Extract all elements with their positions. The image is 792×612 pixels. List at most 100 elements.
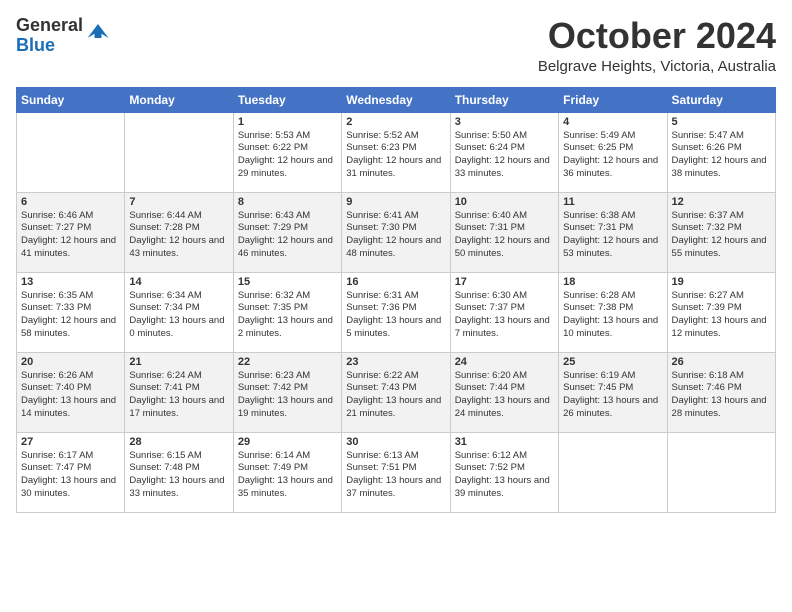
calendar-cell: 5Sunrise: 5:47 AMSunset: 6:26 PMDaylight… — [667, 112, 775, 192]
weekday-header-wednesday: Wednesday — [342, 87, 450, 112]
calendar-cell: 16Sunrise: 6:31 AMSunset: 7:36 PMDayligh… — [342, 272, 450, 352]
day-info: Daylight: 13 hours and 30 minutes. — [21, 475, 120, 501]
calendar-week-row: 1 Sunrise: 5:53 AMSunset: 6:22 PM Daylight… — [17, 112, 776, 192]
month-title: October 2024 — [538, 16, 776, 56]
day-info: Daylight: 12 hours and 38 minutes. — [672, 155, 771, 181]
day-info: Daylight: 13 hours and 19 minutes. — [238, 395, 337, 421]
weekday-header-friday: Friday — [559, 87, 667, 112]
day-info: Sunset: 7:31 PM — [455, 222, 554, 235]
day-info: Daylight: 13 hours and 26 minutes. — [563, 395, 662, 421]
day-info: Sunset: 6:23 PM — [346, 142, 445, 155]
day-info: Daylight: 12 hours and 48 minutes. — [346, 235, 445, 261]
day-number: 2 — [346, 116, 445, 128]
day-number: 20 — [21, 356, 120, 368]
day-info: Daylight: 12 hours and 36 minutes. — [563, 155, 662, 181]
day-info: Sunrise: 5:52 AM — [346, 130, 445, 143]
calendar-cell: 1Sunrise: 5:53 AMSunset: 6:22 PMDaylight… — [233, 112, 341, 192]
day-info: Daylight: 12 hours and 43 minutes. — [129, 235, 228, 261]
day-info: Sunrise: 6:13 AM — [346, 450, 445, 463]
day-info: Daylight: 13 hours and 7 minutes. — [455, 315, 554, 341]
day-info: Sunrise: 6:40 AM — [455, 210, 554, 223]
day-number: 21 — [129, 356, 228, 368]
day-info: Sunrise: 6:15 AM — [129, 450, 228, 463]
day-info: Sunset: 7:36 PM — [346, 302, 445, 315]
day-info: Sunrise: 6:43 AM — [238, 210, 337, 223]
calendar-cell: 17Sunrise: 6:30 AMSunset: 7:37 PMDayligh… — [450, 272, 558, 352]
day-info: Sunset: 7:30 PM — [346, 222, 445, 235]
day-number: 11 — [563, 196, 662, 208]
day-number: 28 — [129, 436, 228, 448]
day-info: Sunset: 7:41 PM — [129, 382, 228, 395]
day-info: Sunset: 7:48 PM — [129, 462, 228, 475]
weekday-header-row: SundayMondayTuesdayWednesdayThursdayFrid… — [17, 87, 776, 112]
day-info: Sunrise: 6:30 AM — [455, 290, 554, 303]
day-number: 31 — [455, 436, 554, 448]
day-info: Daylight: 13 hours and 14 minutes. — [21, 395, 120, 421]
day-number: 30 — [346, 436, 445, 448]
day-info: Sunset: 7:49 PM — [238, 462, 337, 475]
day-number: 27 — [21, 436, 120, 448]
day-number: 5 — [672, 116, 771, 128]
day-number: 12 — [672, 196, 771, 208]
day-info: Sunrise: 6:18 AM — [672, 370, 771, 383]
weekday-header-monday: Monday — [125, 87, 233, 112]
calendar-cell: 4Sunrise: 5:49 AMSunset: 6:25 PMDaylight… — [559, 112, 667, 192]
day-number: 6 — [21, 196, 120, 208]
location-title: Belgrave Heights, Victoria, Australia — [538, 58, 776, 75]
day-info: Sunset: 7:45 PM — [563, 382, 662, 395]
calendar-cell: 12Sunrise: 6:37 AMSunset: 7:32 PMDayligh… — [667, 192, 775, 272]
day-info: Sunset: 6:22 PM — [238, 142, 337, 155]
calendar-cell: 29Sunrise: 6:14 AMSunset: 7:49 PMDayligh… — [233, 432, 341, 512]
day-info: Sunrise: 5:49 AM — [563, 130, 662, 143]
page-header: GeneralBlue October 2024 Belgrave Height… — [16, 16, 776, 75]
logo: GeneralBlue — [16, 16, 109, 56]
day-number: 4 — [563, 116, 662, 128]
calendar-cell: 31Sunrise: 6:12 AMSunset: 7:52 PMDayligh… — [450, 432, 558, 512]
calendar-cell: 30Sunrise: 6:13 AMSunset: 7:51 PMDayligh… — [342, 432, 450, 512]
day-info: Sunrise: 6:14 AM — [238, 450, 337, 463]
day-info: Daylight: 12 hours and 33 minutes. — [455, 155, 554, 181]
calendar-cell: 20Sunrise: 6:26 AMSunset: 7:40 PMDayligh… — [17, 352, 125, 432]
calendar-cell: 13Sunrise: 6:35 AMSunset: 7:33 PMDayligh… — [17, 272, 125, 352]
calendar-cell: 24Sunrise: 6:20 AMSunset: 7:44 PMDayligh… — [450, 352, 558, 432]
calendar-cell: 11 Sunrise: 6:38 AMSunset: 7:31 PMDayligh… — [559, 192, 667, 272]
day-info: Daylight: 13 hours and 17 minutes. — [129, 395, 228, 421]
calendar-cell: 28Sunrise: 6:15 AMSunset: 7:48 PMDayligh… — [125, 432, 233, 512]
day-number: 26 — [672, 356, 771, 368]
calendar-cell: 22Sunrise: 6:23 AMSunset: 7:42 PMDayligh… — [233, 352, 341, 432]
day-info: Daylight: 12 hours and 53 minutes. — [563, 235, 662, 261]
day-info: Sunrise: 6:35 AM — [21, 290, 120, 303]
day-number: 23 — [346, 356, 445, 368]
day-info: Sunrise: 6:24 AM — [129, 370, 228, 383]
day-info: Sunset: 6:24 PM — [455, 142, 554, 155]
day-info: Daylight: 13 hours and 12 minutes. — [672, 315, 771, 341]
calendar-title-section: October 2024 Belgrave Heights, Victoria,… — [538, 16, 776, 75]
calendar-cell: 6Sunrise: 6:46 AMSunset: 7:27 PMDaylight… — [17, 192, 125, 272]
day-info: Sunset: 7:51 PM — [346, 462, 445, 475]
day-info: Daylight: 13 hours and 5 minutes. — [346, 315, 445, 341]
day-info: Daylight: 12 hours and 50 minutes. — [455, 235, 554, 261]
calendar-week-row: 13Sunrise: 6:35 AMSunset: 7:33 PMDayligh… — [17, 272, 776, 352]
day-info: Sunrise: 6:12 AM — [455, 450, 554, 463]
day-info: Sunrise: 6:38 AM — [563, 210, 662, 223]
day-info: Sunset: 7:52 PM — [455, 462, 554, 475]
calendar-week-row: 20Sunrise: 6:26 AMSunset: 7:40 PMDayligh… — [17, 352, 776, 432]
day-info: Sunrise: 6:32 AM — [238, 290, 337, 303]
day-number: 3 — [455, 116, 554, 128]
day-info: Sunrise: 5:53 AM — [238, 130, 337, 143]
calendar-cell: 27Sunrise: 6:17 AMSunset: 7:47 PMDayligh… — [17, 432, 125, 512]
day-info: Sunset: 7:44 PM — [455, 382, 554, 395]
day-info: Sunset: 7:31 PM — [563, 222, 662, 235]
calendar-cell: 19Sunrise: 6:27 AMSunset: 7:39 PMDayligh… — [667, 272, 775, 352]
day-info: Sunrise: 6:17 AM — [21, 450, 120, 463]
day-number: 16 — [346, 276, 445, 288]
logo-text: GeneralBlue — [16, 16, 83, 56]
day-number: 25 — [563, 356, 662, 368]
day-number: 1 — [238, 116, 337, 128]
day-info: Sunset: 7:27 PM — [21, 222, 120, 235]
calendar-cell: 15Sunrise: 6:32 AMSunset: 7:35 PMDayligh… — [233, 272, 341, 352]
weekday-header-tuesday: Tuesday — [233, 87, 341, 112]
day-info: Daylight: 13 hours and 10 minutes. — [563, 315, 662, 341]
day-number: 17 — [455, 276, 554, 288]
calendar-week-row: 6Sunrise: 6:46 AMSunset: 7:27 PMDaylight… — [17, 192, 776, 272]
